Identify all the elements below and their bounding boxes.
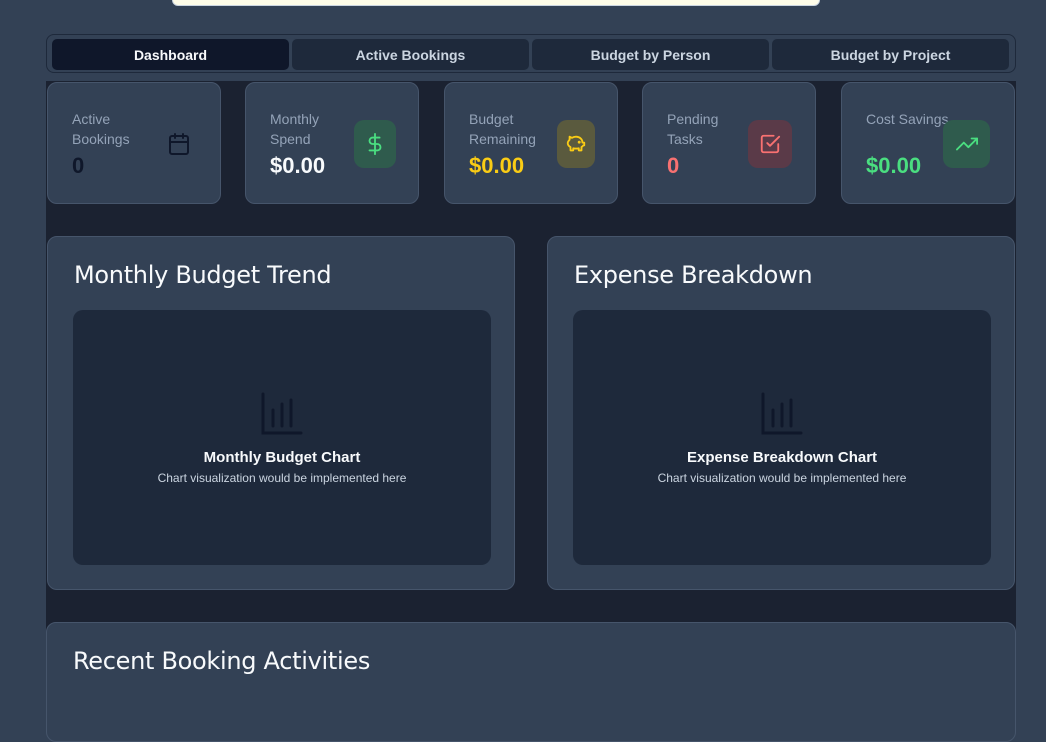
tab-budget-by-project[interactable]: Budget by Project [771, 38, 1010, 71]
stat-card-cost-savings: Cost Savings $0.00 [841, 82, 1015, 204]
stat-label: Budget Remaining [469, 111, 536, 147]
stat-label: Active Bookings [72, 111, 130, 147]
chart-placeholder: Monthly Budget Chart Chart visualization… [73, 310, 491, 565]
stat-card-active-bookings: Active Bookings 0 [47, 82, 221, 204]
chart-placeholder-title: Expense Breakdown Chart [686, 449, 878, 466]
bar-chart-icon [261, 392, 303, 435]
expense-breakdown-panel: Expense Breakdown Expense Breakdown Char… [547, 236, 1015, 590]
stat-value: $0.00 [866, 153, 922, 178]
tab-budget-by-person[interactable]: Budget by Person [531, 38, 770, 71]
chart-placeholder-subtitle: Chart visualization would be implemented… [657, 471, 907, 485]
chart-placeholder: Expense Breakdown Chart Chart visualizat… [573, 310, 991, 565]
stat-value: 0 [667, 153, 680, 178]
stat-label: Pending Tasks [667, 111, 719, 147]
trending-up-icon [943, 120, 990, 168]
top-input-bar[interactable] [172, 0, 820, 6]
panel-title: Expense Breakdown [574, 261, 813, 289]
bar-chart-icon [761, 392, 803, 435]
stat-value: $0.00 [270, 153, 326, 178]
stat-value: 0 [72, 153, 85, 178]
chart-placeholder-title: Monthly Budget Chart [203, 449, 361, 466]
monthly-budget-panel: Monthly Budget Trend Monthly Budget Char… [47, 236, 515, 590]
stat-value: $0.00 [469, 153, 525, 178]
panel-title: Recent Booking Activities [73, 647, 371, 675]
tab-dashboard[interactable]: Dashboard [51, 38, 290, 71]
panel-title: Monthly Budget Trend [74, 261, 332, 289]
recent-booking-activities-panel: Recent Booking Activities [46, 622, 1016, 742]
stat-card-monthly-spend: Monthly Spend $0.00 [245, 82, 419, 204]
dollar-icon [354, 120, 396, 168]
calendar-icon [158, 120, 200, 168]
chart-placeholder-subtitle: Chart visualization would be implemented… [157, 471, 407, 485]
tab-bar: Dashboard Active Bookings Budget by Pers… [46, 34, 1016, 73]
stat-card-pending-tasks: Pending Tasks 0 [642, 82, 816, 204]
stat-card-budget-remaining: Budget Remaining $0.00 [444, 82, 618, 204]
tab-active-bookings[interactable]: Active Bookings [291, 38, 530, 71]
dashboard-main: Active Bookings 0 Monthly Spend $0.00 Bu… [46, 81, 1016, 742]
stat-label: Monthly Spend [270, 111, 320, 147]
checkbox-icon [748, 120, 792, 168]
piggy-bank-icon [557, 120, 595, 168]
